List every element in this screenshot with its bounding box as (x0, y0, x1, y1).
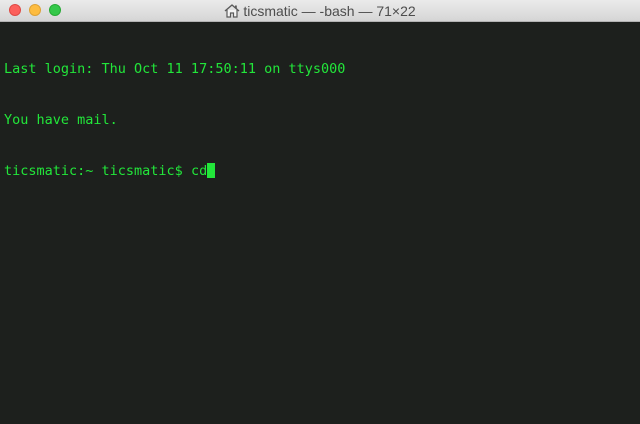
command-input[interactable]: cd (191, 163, 207, 179)
text-cursor (207, 163, 216, 178)
output-line-mail: You have mail. (4, 112, 118, 128)
window-title: ticsmatic — -bash — 71×22 (0, 2, 640, 22)
output-line-last-login: Last login: Thu Oct 11 17:50:11 on ttys0… (4, 61, 346, 77)
shell-prompt: ticsmatic:~ ticsmatic$ (4, 163, 191, 179)
home-icon (224, 4, 240, 22)
title-bar[interactable]: ticsmatic — -bash — 71×22 (0, 0, 640, 22)
terminal-output[interactable]: Last login: Thu Oct 11 17:50:11 on ttys0… (4, 27, 636, 424)
window-title-text: ticsmatic — -bash — 71×22 (243, 3, 416, 19)
terminal-window: ticsmatic — -bash — 71×22 Last login: Th… (0, 0, 640, 424)
prompt-line[interactable]: ticsmatic:~ ticsmatic$ cd (4, 163, 636, 180)
